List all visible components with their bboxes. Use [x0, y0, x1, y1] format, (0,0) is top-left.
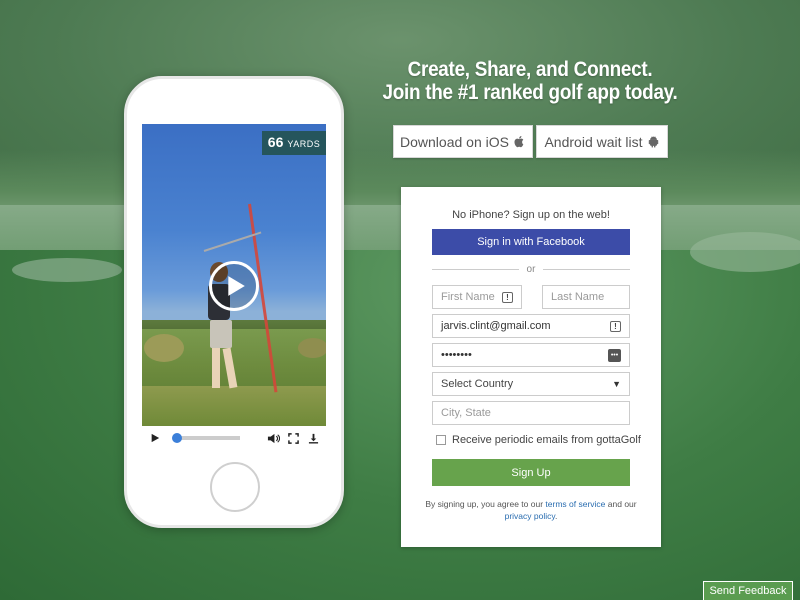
volume-button[interactable]	[266, 431, 280, 445]
yards-unit: YARDS	[287, 139, 321, 149]
contact-card-icon: !	[502, 291, 513, 303]
download-ios-button[interactable]: Download on iOS	[393, 125, 533, 158]
signup-card: No iPhone? Sign up on the web! Sign in w…	[401, 187, 661, 547]
first-name-placeholder: First Name	[441, 291, 495, 303]
background-fairway	[0, 250, 800, 600]
scene-bush	[298, 338, 326, 358]
headline-line-2: Join the #1 ranked golf app today.	[382, 81, 678, 104]
last-name-field[interactable]: Last Name	[542, 285, 630, 309]
emails-checkbox[interactable]	[436, 435, 446, 445]
or-divider: or	[432, 264, 630, 275]
first-name-field[interactable]: First Name !	[432, 285, 522, 309]
background-bunker	[12, 258, 122, 282]
seek-bar-knob[interactable]	[172, 433, 183, 443]
golfer-shorts	[210, 320, 232, 348]
golfer-leg	[212, 348, 220, 388]
emails-checkbox-label: Receive periodic emails from gottaGolf	[452, 434, 641, 446]
download-ios-label: Download on iOS	[400, 133, 509, 150]
facebook-signin-label: Sign in with Facebook	[477, 236, 585, 248]
play-button[interactable]	[148, 431, 162, 445]
play-icon	[151, 433, 160, 443]
signup-button[interactable]: Sign Up	[432, 459, 630, 486]
yards-badge: 66 YARDS	[262, 131, 326, 155]
download-icon	[308, 433, 318, 444]
headline: Create, Share, and Connect. Join the #1 …	[377, 58, 683, 104]
password-manager-icon: •••	[608, 348, 621, 362]
divider-line	[543, 269, 630, 270]
android-icon	[648, 136, 658, 148]
contact-card-icon: !	[610, 320, 621, 332]
yards-number: 66	[267, 134, 284, 150]
volume-icon	[267, 433, 280, 443]
signup-label: Sign Up	[511, 466, 551, 479]
terms-suffix: .	[555, 511, 558, 521]
scene-tee-box	[142, 386, 326, 426]
terms-text: By signing up, you agree to our terms of…	[421, 498, 641, 522]
android-waitlist-label: Android wait list	[544, 133, 643, 150]
background-bunker	[690, 232, 800, 272]
or-label: or	[526, 264, 536, 275]
email-field[interactable]: jarvis.clint@gmail.com !	[432, 314, 630, 338]
video-controls	[142, 426, 326, 450]
city-placeholder: City, State	[441, 407, 491, 419]
signup-title: No iPhone? Sign up on the web!	[452, 209, 610, 221]
country-select[interactable]: Select Country ▼	[432, 372, 630, 396]
chevron-down-icon: ▼	[612, 379, 621, 389]
fullscreen-icon	[287, 432, 299, 444]
last-name-placeholder: Last Name	[551, 291, 605, 303]
terms-prefix: By signing up, you agree to our	[425, 499, 544, 509]
scene-bush	[144, 334, 184, 362]
send-feedback-button[interactable]: Send Feedback	[703, 581, 793, 600]
terms-middle: and our	[607, 499, 637, 509]
divider-line	[432, 269, 519, 270]
download-button[interactable]	[306, 431, 320, 445]
email-value: jarvis.clint@gmail.com	[441, 320, 551, 332]
password-field[interactable]: •••••••• •••	[432, 343, 630, 367]
country-selected: Select Country	[441, 378, 514, 390]
android-waitlist-button[interactable]: Android wait list	[536, 125, 668, 158]
fullscreen-button[interactable]	[286, 431, 300, 445]
city-state-field[interactable]: City, State	[432, 401, 630, 425]
headline-line-1: Create, Share, and Connect.	[407, 58, 653, 81]
facebook-signin-button[interactable]: Sign in with Facebook	[432, 229, 630, 255]
play-icon	[228, 276, 245, 296]
emails-opt-in[interactable]: Receive periodic emails from gottaGolf	[436, 434, 641, 446]
seek-bar[interactable]	[172, 433, 240, 443]
terms-of-service-link[interactable]: terms of service	[545, 499, 605, 509]
play-overlay-button[interactable]	[209, 261, 259, 311]
phone-home-button	[210, 462, 260, 512]
password-value: ••••••••	[441, 349, 472, 361]
privacy-policy-link[interactable]: privacy policy	[505, 511, 555, 521]
apple-icon	[514, 135, 524, 148]
send-feedback-label: Send Feedback	[709, 585, 787, 597]
